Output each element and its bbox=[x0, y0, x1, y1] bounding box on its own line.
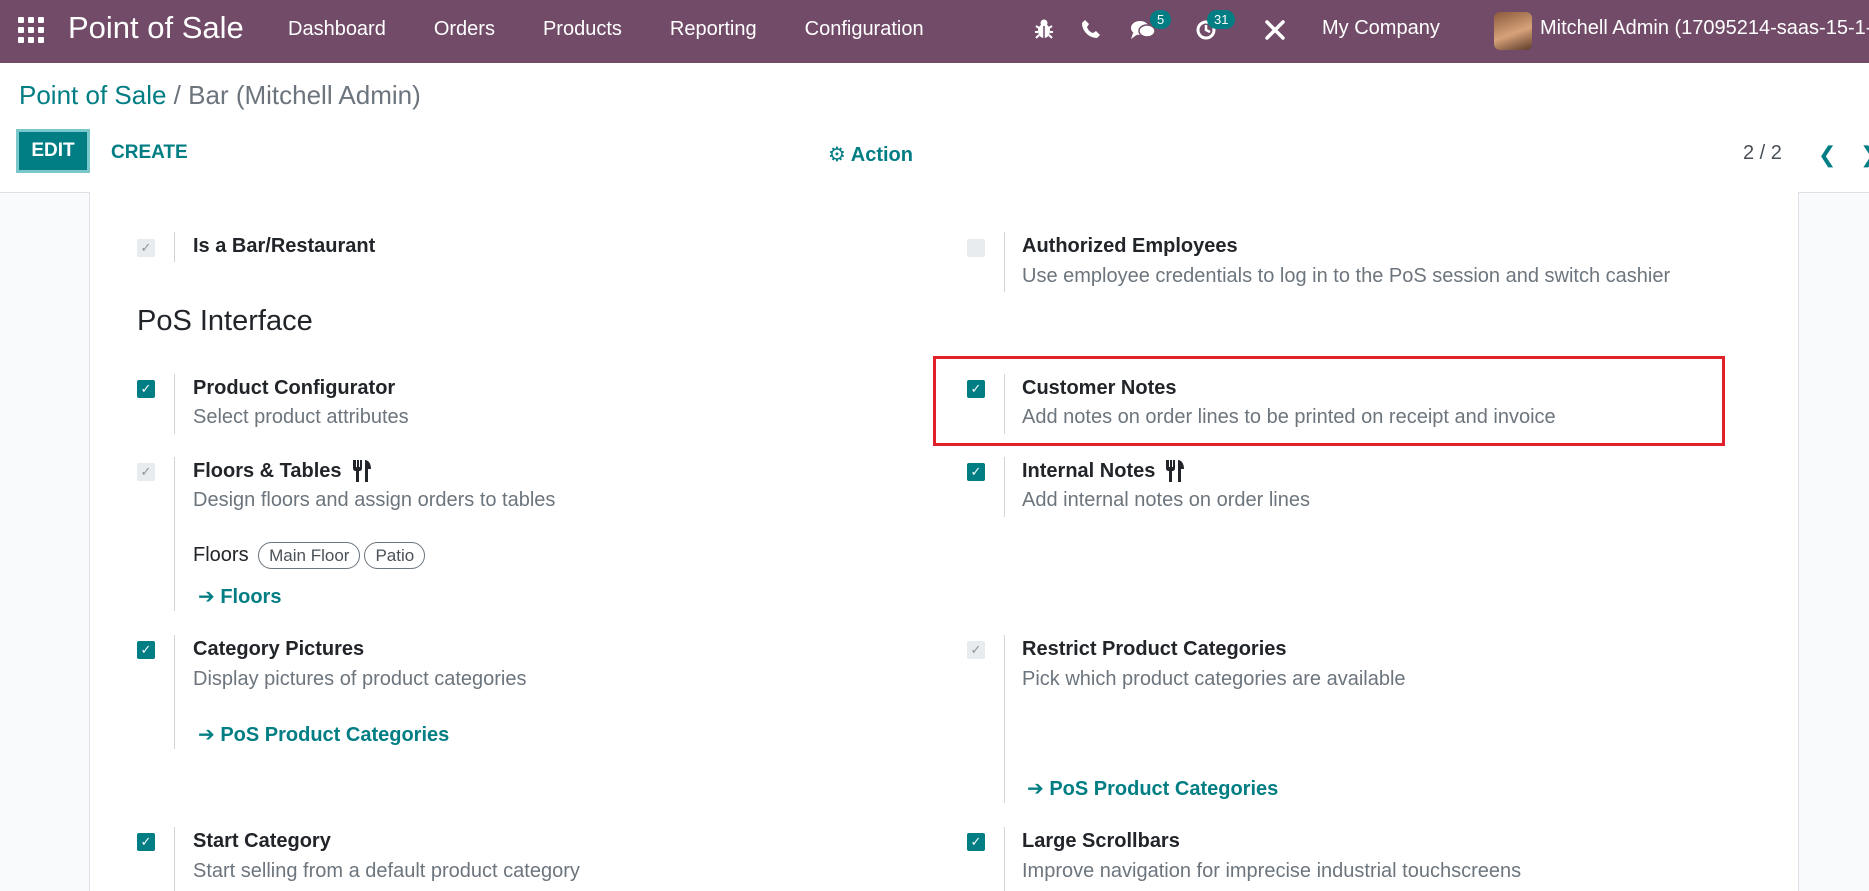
messages-badge: 5 bbox=[1150, 10, 1172, 29]
setting-divider bbox=[174, 827, 175, 891]
category-pictures-checkbox[interactable]: ✓ bbox=[137, 641, 155, 659]
bug-icon[interactable] bbox=[1034, 18, 1054, 40]
edit-button[interactable]: EDIT bbox=[16, 129, 90, 173]
floors-field-label: Floors bbox=[193, 544, 249, 566]
menu-products[interactable]: Products bbox=[543, 0, 622, 63]
pos-product-categories-link[interactable]: ➔ PoS Product Categories bbox=[198, 722, 449, 747]
setting-divider bbox=[1004, 457, 1005, 517]
authorized-employees-title: Authorized Employees bbox=[1022, 235, 1238, 257]
user-avatar[interactable] bbox=[1494, 12, 1532, 50]
internal-notes-title: Internal Notes bbox=[1022, 459, 1187, 483]
large-scrollbars-desc: Improve navigation for imprecise industr… bbox=[1022, 860, 1522, 882]
floors-link-label: Floors bbox=[220, 586, 282, 608]
pager-next-icon[interactable]: ❯ bbox=[1860, 142, 1869, 168]
pager-previous-icon[interactable]: ❮ bbox=[1818, 142, 1836, 168]
large-scrollbars-title: Large Scrollbars bbox=[1022, 830, 1180, 852]
authorized-employees-checkbox[interactable] bbox=[967, 239, 985, 257]
top-navbar: Point of Sale Dashboard Orders Products … bbox=[0, 0, 1869, 63]
setting-divider bbox=[1004, 232, 1005, 292]
arrow-right-icon: ➔ bbox=[198, 586, 215, 608]
menu-orders[interactable]: Orders bbox=[434, 0, 495, 63]
customer-notes-title: Customer Notes bbox=[1022, 377, 1177, 399]
activities-badge: 31 bbox=[1207, 10, 1236, 29]
apps-grid-icon[interactable] bbox=[18, 17, 46, 45]
setting-divider bbox=[174, 374, 175, 434]
floors-field: Floors Main Floor Patio bbox=[193, 542, 426, 569]
restaurant-icon bbox=[1166, 460, 1185, 482]
arrow-right-icon: ➔ bbox=[1027, 778, 1044, 800]
product-configurator-desc: Select product attributes bbox=[193, 406, 409, 428]
setting-divider bbox=[174, 635, 175, 749]
floor-tag[interactable]: Main Floor bbox=[258, 542, 361, 569]
phone-icon[interactable] bbox=[1081, 19, 1101, 39]
menu-dashboard[interactable]: Dashboard bbox=[288, 0, 386, 63]
authorized-employees-desc: Use employee credentials to log in to th… bbox=[1022, 265, 1671, 287]
setting-divider bbox=[1004, 374, 1005, 434]
breadcrumb-separator: / bbox=[173, 80, 181, 110]
action-label: Action bbox=[850, 144, 913, 166]
action-menu-button[interactable]: ⚙ Action bbox=[828, 142, 913, 167]
product-configurator-title: Product Configurator bbox=[193, 377, 396, 399]
internal-notes-checkbox[interactable]: ✓ bbox=[967, 463, 985, 481]
is-bar-title: Is a Bar/Restaurant bbox=[193, 235, 376, 257]
floors-tables-label: Floors & Tables bbox=[193, 459, 342, 482]
tools-icon[interactable] bbox=[1264, 19, 1286, 41]
large-scrollbars-checkbox[interactable]: ✓ bbox=[967, 833, 985, 851]
floors-link[interactable]: ➔ Floors bbox=[198, 584, 281, 609]
internal-notes-desc: Add internal notes on order lines bbox=[1022, 489, 1310, 511]
restaurant-icon bbox=[352, 460, 371, 482]
company-switcher[interactable]: My Company bbox=[1322, 17, 1440, 40]
restrict-pos-product-categories-link[interactable]: ➔ PoS Product Categories bbox=[1027, 776, 1278, 801]
user-menu[interactable]: Mitchell Admin (17095214-saas-15-1-a bbox=[1540, 17, 1869, 40]
create-button[interactable]: CREATE bbox=[111, 142, 188, 164]
breadcrumb-current: Bar (Mitchell Admin) bbox=[188, 80, 421, 110]
customer-notes-checkbox[interactable]: ✓ bbox=[967, 380, 985, 398]
setting-divider bbox=[1004, 827, 1005, 891]
breadcrumb-parent[interactable]: Point of Sale bbox=[19, 80, 166, 110]
product-configurator-checkbox[interactable]: ✓ bbox=[137, 380, 155, 398]
app-brand[interactable]: Point of Sale bbox=[68, 10, 244, 46]
control-panel: Point of Sale / Bar (Mitchell Admin) EDI… bbox=[0, 63, 1869, 193]
main-menu: Dashboard Orders Products Reporting Conf… bbox=[288, 0, 972, 63]
setting-divider bbox=[174, 232, 175, 262]
setting-divider bbox=[1004, 635, 1005, 803]
restrict-pos-product-categories-label: PoS Product Categories bbox=[1049, 778, 1279, 800]
arrow-right-icon: ➔ bbox=[198, 724, 215, 746]
gear-icon: ⚙ bbox=[828, 144, 846, 166]
start-category-title: Start Category bbox=[193, 830, 331, 852]
section-title: PoS Interface bbox=[137, 305, 313, 337]
restrict-categories-checkbox[interactable]: ✓ bbox=[967, 641, 985, 659]
pos-product-categories-label: PoS Product Categories bbox=[220, 724, 450, 746]
floors-tables-title: Floors & Tables bbox=[193, 459, 374, 483]
category-pictures-desc: Display pictures of product categories bbox=[193, 668, 527, 690]
setting-divider bbox=[174, 457, 175, 611]
floor-tag[interactable]: Patio bbox=[364, 542, 426, 569]
category-pictures-title: Category Pictures bbox=[193, 638, 365, 660]
pager-value[interactable]: 2 / 2 bbox=[1743, 142, 1782, 165]
internal-notes-label: Internal Notes bbox=[1022, 459, 1156, 482]
start-category-desc: Start selling from a default product cat… bbox=[193, 860, 580, 882]
breadcrumb: Point of Sale / Bar (Mitchell Admin) bbox=[19, 80, 421, 111]
start-category-checkbox[interactable]: ✓ bbox=[137, 833, 155, 851]
customer-notes-highlight-box bbox=[933, 356, 1725, 446]
is-bar-checkbox[interactable]: ✓ bbox=[137, 239, 155, 257]
restrict-categories-title: Restrict Product Categories bbox=[1022, 638, 1287, 660]
customer-notes-desc: Add notes on order lines to be printed o… bbox=[1022, 406, 1556, 428]
floors-tables-checkbox[interactable]: ✓ bbox=[137, 463, 155, 481]
menu-reporting[interactable]: Reporting bbox=[670, 0, 757, 63]
restrict-categories-desc: Pick which product categories are availa… bbox=[1022, 668, 1406, 690]
menu-configuration[interactable]: Configuration bbox=[805, 0, 924, 63]
floors-tables-desc: Design floors and assign orders to table… bbox=[193, 489, 556, 511]
